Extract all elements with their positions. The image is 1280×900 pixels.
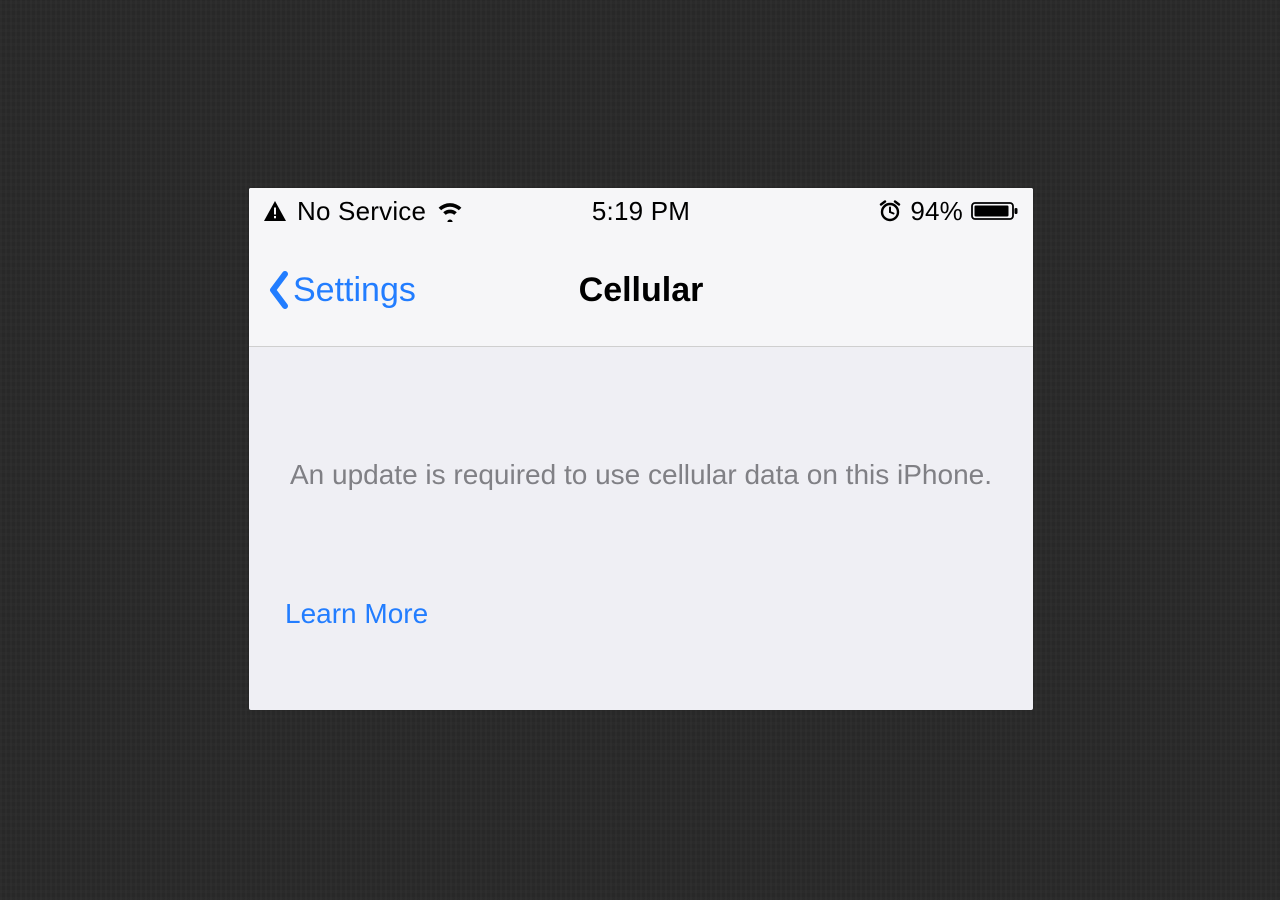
- nav-header: Settings Cellular: [249, 234, 1033, 347]
- chevron-left-icon: [267, 270, 291, 310]
- back-button[interactable]: Settings: [249, 270, 416, 310]
- warning-triangle-icon: [263, 200, 287, 222]
- battery-percent-text: 94%: [910, 196, 963, 227]
- learn-more-link[interactable]: Learn More: [285, 598, 428, 630]
- battery-icon: [971, 200, 1019, 222]
- wifi-icon: [436, 200, 464, 222]
- back-button-label: Settings: [293, 271, 416, 310]
- carrier-status-text: No Service: [297, 196, 426, 227]
- update-required-message: An update is required to use cellular da…: [285, 455, 997, 496]
- status-bar-right: 94%: [878, 196, 1033, 227]
- content-area: An update is required to use cellular da…: [249, 455, 1033, 630]
- alarm-clock-icon: [878, 200, 902, 222]
- status-bar: No Service 5:19 PM 94%: [249, 188, 1033, 234]
- phone-settings-panel: No Service 5:19 PM 94%: [249, 188, 1033, 710]
- status-bar-left: No Service: [249, 196, 878, 227]
